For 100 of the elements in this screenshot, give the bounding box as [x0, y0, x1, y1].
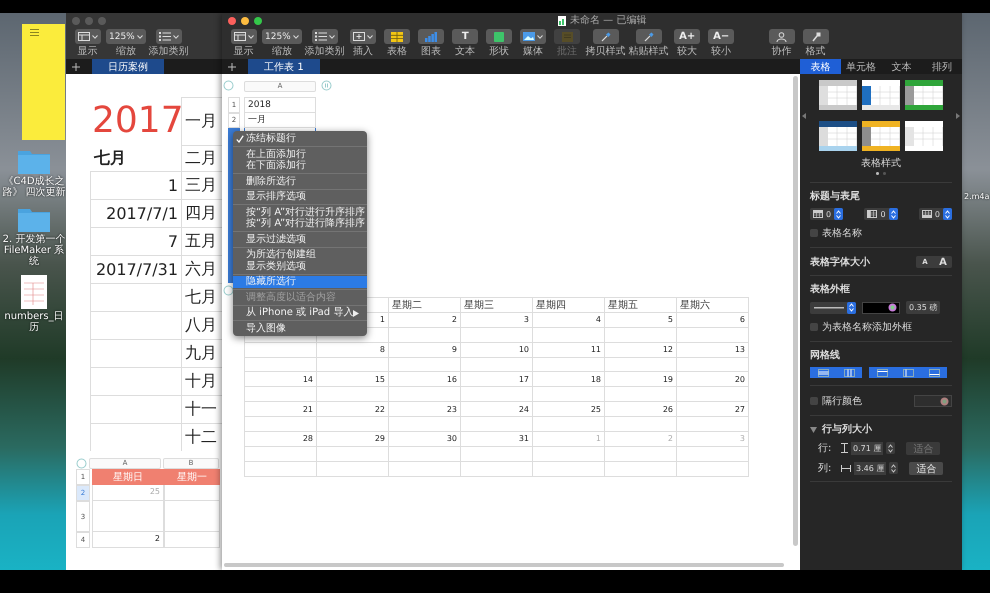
table-style-thumbnail[interactable] [819, 121, 857, 151]
gridline-toggle[interactable] [810, 367, 836, 378]
insert-button[interactable] [350, 29, 376, 44]
table-handle-icon[interactable] [76, 458, 87, 468]
menu-item[interactable]: 在下面添加行 [233, 160, 367, 172]
larger-font-button[interactable]: A [934, 256, 952, 268]
inspector-tab[interactable]: 表格 [800, 59, 840, 74]
sheet-tab[interactable]: 工作表 1 [248, 59, 320, 74]
menu-item[interactable]: 隐藏所选行 [233, 276, 367, 288]
column-handle-icon[interactable] [321, 80, 332, 91]
gridline-toggle[interactable] [836, 367, 862, 378]
menu-item[interactable]: 按“列 A”对行进行升序排序 [233, 206, 367, 218]
page-dot[interactable] [876, 172, 879, 175]
table-style-thumbnail[interactable] [862, 80, 900, 110]
page-dot[interactable] [883, 172, 886, 175]
section-title: 网格线 [810, 350, 841, 361]
table-style-thumbnail[interactable] [905, 80, 943, 110]
gridline-toggle[interactable] [869, 367, 895, 378]
stepper-field[interactable]: 0 [918, 208, 952, 220]
menu-item[interactable]: 显示过滤选项 [233, 234, 367, 245]
stepper-field[interactable]: 0 [810, 208, 844, 220]
menu-item[interactable]: 按“列 A”对行进行降序排序 [233, 218, 367, 230]
close-button[interactable] [228, 17, 236, 25]
zoom-button[interactable]: 125% [262, 29, 302, 44]
shape-button[interactable] [486, 29, 512, 44]
format-button[interactable] [802, 29, 828, 44]
zoom-button[interactable]: 125% [106, 29, 146, 44]
color-well[interactable] [862, 302, 900, 314]
section-title: 行与列大小 [822, 424, 872, 435]
disclosure-triangle-icon[interactable] [810, 426, 817, 432]
checkbox-label: 隔行颜色 [822, 394, 862, 408]
scrollbar[interactable] [793, 76, 798, 546]
inspector-tab[interactable]: 文本 [881, 59, 922, 74]
menu-item[interactable]: 显示类别选项 [233, 260, 367, 272]
table-cell: 18 [533, 372, 605, 388]
next-arrow-icon[interactable] [956, 112, 960, 118]
copy-style-button[interactable] [592, 29, 619, 44]
window-title: 未命名 — 已编辑 [570, 15, 646, 26]
media-button[interactable] [520, 29, 546, 44]
panel-icon [234, 32, 246, 41]
menu-item[interactable]: 为所选行创建组 [233, 249, 367, 260]
fit-button[interactable]: 适合 [909, 462, 944, 474]
table-handle-icon[interactable] [223, 80, 234, 91]
table-style-thumbnail[interactable] [905, 121, 943, 151]
line-width-field[interactable]: 0.35 磅 [906, 301, 940, 314]
table-cell [92, 501, 164, 532]
table-cell [164, 532, 220, 548]
scrollbar[interactable] [224, 563, 784, 567]
table-cell [533, 462, 605, 477]
menu-item[interactable]: 冻结标题行 [233, 133, 367, 144]
inspector-tab[interactable]: 单元格 [840, 59, 881, 74]
header-cell: 星期一 [164, 469, 220, 485]
line-style-dropdown[interactable] [810, 302, 856, 314]
previous-arrow-icon[interactable] [802, 112, 806, 118]
caret-icon [328, 34, 335, 38]
menu-icon[interactable] [30, 29, 39, 36]
menu-item[interactable]: 删除所选行 [233, 176, 367, 187]
paste-style-button[interactable] [636, 29, 662, 44]
inspector-tab[interactable]: 排列 [922, 59, 962, 74]
table-cell [677, 358, 749, 372]
gridline-toggle[interactable] [921, 367, 947, 378]
checkbox[interactable] [810, 229, 818, 237]
file-label: numbers_日历 [3, 311, 65, 333]
table-button[interactable] [384, 29, 410, 44]
table-style-thumbnail[interactable] [862, 121, 900, 151]
table-cell: 3 [677, 432, 749, 447]
menu-item[interactable]: 从 iPhone 或 iPad 导入 [233, 307, 367, 318]
minimize-button[interactable] [241, 17, 249, 25]
smaller-button[interactable]: A− [708, 29, 734, 44]
size-field[interactable]: 3.46 厘 [854, 462, 886, 474]
view-button[interactable] [230, 29, 256, 44]
toolbar-label: 文本 [455, 46, 476, 57]
text-button[interactable]: T [452, 29, 478, 44]
category-button[interactable] [156, 29, 182, 44]
maximize-button[interactable] [254, 17, 262, 25]
stepper-arrows-icon[interactable] [888, 444, 894, 452]
checkbox[interactable] [810, 323, 818, 331]
header-cell: 星期三 [461, 298, 533, 313]
toolbar-label: 插入 [353, 46, 374, 57]
collaborate-button[interactable] [768, 29, 794, 44]
color-well[interactable] [914, 395, 952, 407]
sheet-tab[interactable]: 日历案例 [92, 59, 164, 74]
table-style-thumbnail[interactable] [819, 80, 857, 110]
stepper-field[interactable]: 0 [864, 208, 898, 220]
menu-item[interactable]: 显示排序选项 [233, 191, 367, 202]
table-handle-icon[interactable] [223, 285, 234, 296]
view-button[interactable] [74, 29, 100, 44]
category-button[interactable] [312, 29, 338, 44]
toolbar-label: 拷贝样式 [586, 46, 626, 57]
stepper-arrows-icon [890, 210, 896, 218]
month-title: 七月 [92, 148, 126, 168]
stepper-arrows-icon[interactable] [891, 464, 896, 472]
chart-button[interactable] [418, 29, 444, 44]
file-label: 2.m4a [964, 192, 990, 201]
section-title: 表格字体大小 [810, 256, 870, 268]
table-cell: 25 [92, 485, 164, 501]
checkbox[interactable] [810, 397, 818, 405]
menu-item[interactable]: 在上面添加行 [233, 148, 367, 160]
size-field[interactable]: 0.71 厘 [851, 442, 884, 454]
bigger-button[interactable]: A+ [674, 29, 700, 44]
